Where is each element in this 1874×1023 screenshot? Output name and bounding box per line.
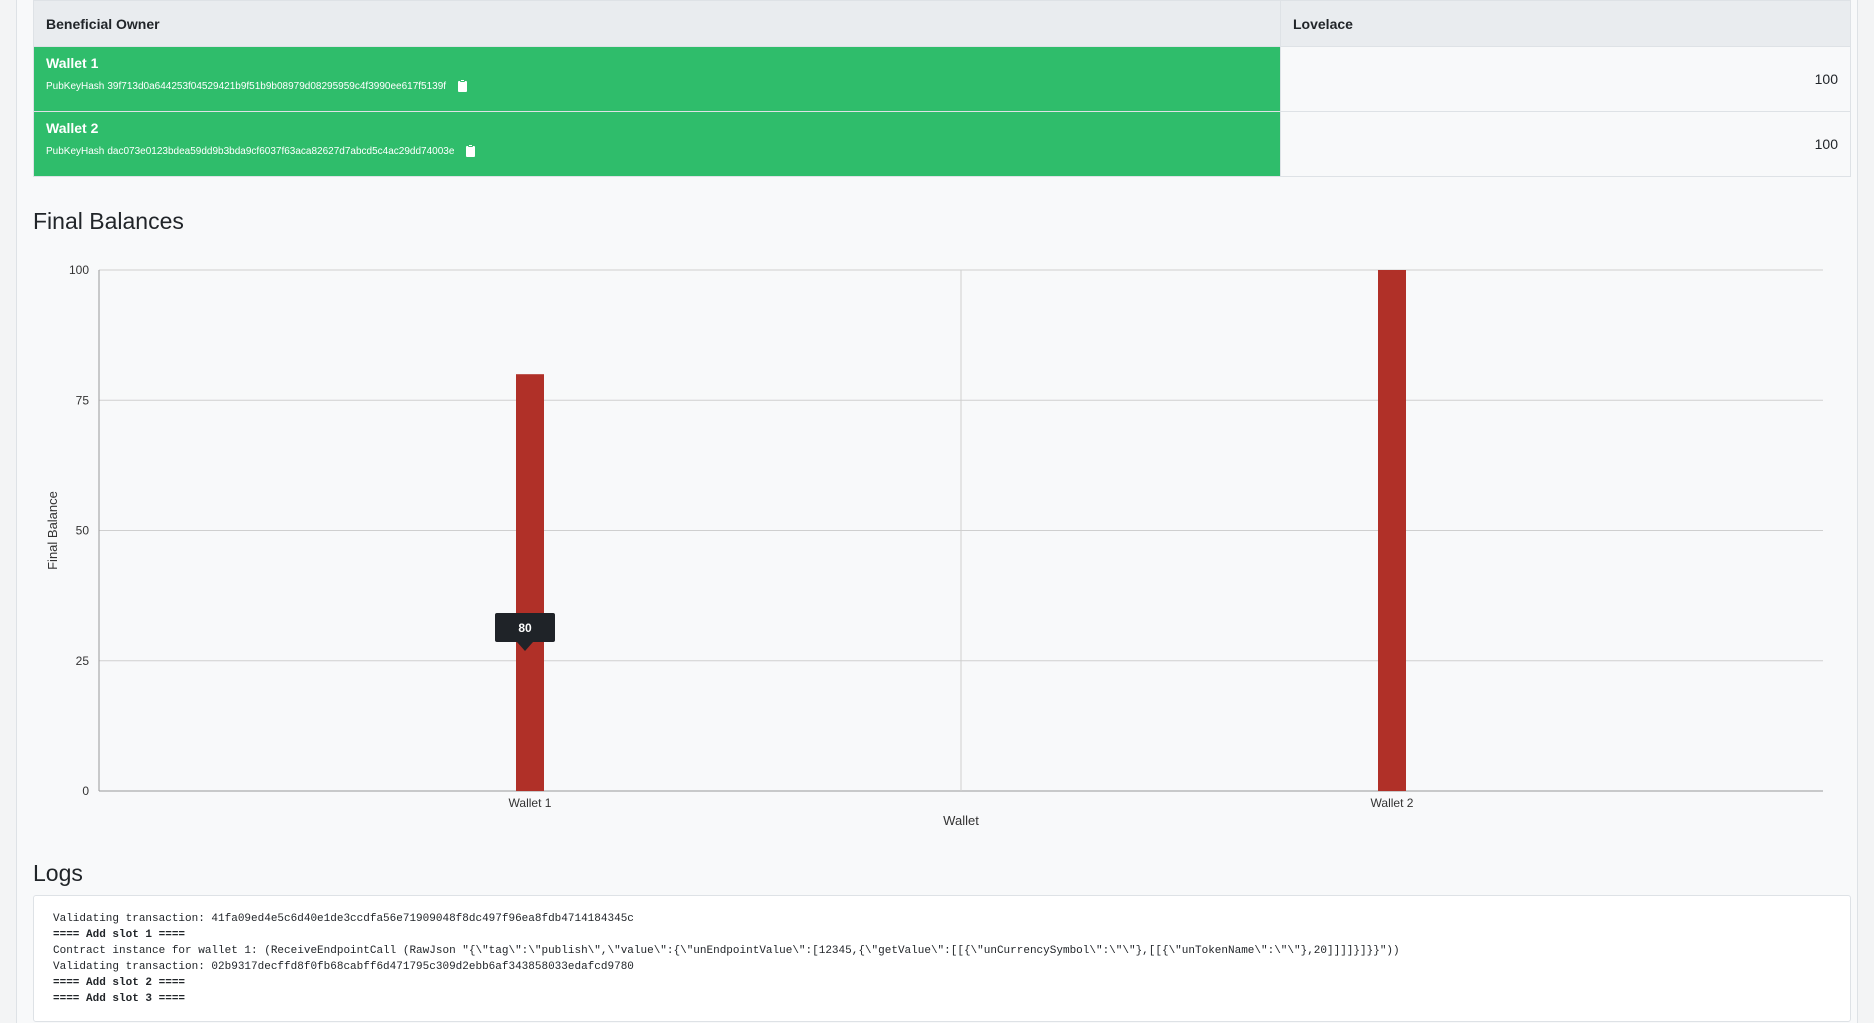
- clipboard-icon[interactable]: [458, 79, 468, 92]
- y-tick-label: 100: [69, 263, 89, 277]
- pubkeyhash-line: PubKeyHash 39f713d0a644253f04529421b9f51…: [46, 79, 1268, 92]
- log-line: Validating transaction: 02b9317decffd8f0…: [53, 961, 634, 973]
- tooltip-value: 80: [518, 621, 532, 635]
- final-balances-heading: Final Balances: [33, 208, 184, 234]
- lovelace-amount: 100: [1280, 46, 1851, 112]
- wallet-name: Wallet 1: [46, 55, 99, 71]
- y-tick-label: 25: [76, 654, 90, 668]
- pubkeyhash-value: dac073e0123bdea59dd9b3bda9cf6037f63aca82…: [107, 146, 455, 157]
- logs-panel: Validating transaction: 41fa09ed4e5c6d40…: [33, 895, 1851, 1022]
- y-tick-label: 50: [76, 524, 90, 538]
- table-row: Wallet 1 PubKeyHash 39f713d0a644253f0452…: [33, 46, 1851, 112]
- pubkeyhash-prefix: PubKeyHash: [46, 146, 105, 157]
- table-row: Wallet 2 PubKeyHash dac073e0123bdea59dd9…: [33, 111, 1851, 177]
- pubkeyhash-value: 39f713d0a644253f04529421b9f51b9b08979d08…: [107, 81, 447, 92]
- wallet-name: Wallet 2: [46, 120, 99, 136]
- owner-cell-wallet-2: Wallet 2 PubKeyHash dac073e0123bdea59dd9…: [33, 111, 1281, 177]
- x-axis-label: Wallet: [943, 813, 979, 828]
- log-line: Contract instance for wallet 1: (Receive…: [53, 945, 1400, 957]
- table-header-row: Beneficial Owner Lovelace: [33, 0, 1851, 47]
- y-axis-label: Final Balance: [45, 491, 60, 570]
- owner-cell-wallet-1: Wallet 1 PubKeyHash 39f713d0a644253f0452…: [33, 46, 1281, 112]
- bar-wallet-2: [1378, 270, 1406, 791]
- log-line: ==== Add slot 3 ====: [53, 993, 186, 1005]
- x-tick-label: Wallet 1: [509, 796, 552, 810]
- x-tick-label: Wallet 2: [1371, 796, 1414, 810]
- log-line: ==== Add slot 1 ====: [53, 929, 186, 941]
- lovelace-amount: 100: [1280, 111, 1851, 177]
- balances-table: Beneficial Owner Lovelace Wallet 1 PubKe…: [33, 0, 1851, 177]
- pubkeyhash-prefix: PubKeyHash: [46, 81, 105, 92]
- final-balances-chart: 0 25 50 75 100 Wallet 1 Wallet 2 Wallet Final Ba…: [45, 263, 1823, 828]
- header-beneficial-owner: Beneficial Owner: [33, 0, 1281, 47]
- y-tick-label: 0: [82, 784, 89, 798]
- y-tick-label: 75: [76, 393, 90, 407]
- log-line: ==== Add slot 2 ====: [53, 977, 186, 989]
- log-line: Validating transaction: 41fa09ed4e5c6d40…: [53, 913, 634, 925]
- header-lovelace: Lovelace: [1280, 0, 1851, 47]
- logs-heading: Logs: [33, 860, 83, 886]
- pubkeyhash-line: PubKeyHash dac073e0123bdea59dd9b3bda9cf6…: [46, 144, 1268, 157]
- clipboard-icon[interactable]: [466, 144, 476, 157]
- bar-wallet-1: [516, 374, 544, 791]
